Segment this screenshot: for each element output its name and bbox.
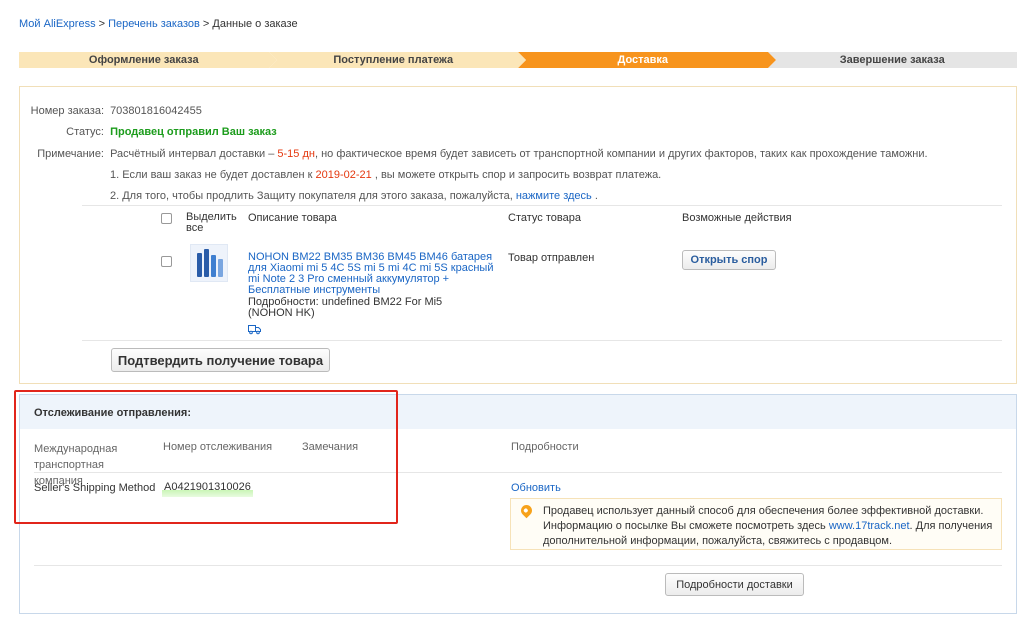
highlight-annotation-box [14,390,398,524]
order-status-label: Статус: [66,126,104,138]
location-pin-icon [518,502,535,519]
step-label: Оформление заказа [88,54,199,66]
details-header: Подробности [511,441,579,453]
step-label: Доставка [617,54,669,66]
17track-link[interactable]: www.17track.net [829,520,910,532]
product-seller: (NOHON HK) [248,307,315,319]
step-label: Поступление платежа [333,54,454,66]
order-note-label: Примечание: [37,148,104,160]
order-note-line-1: 1. Если ваш заказ не будет доставлен к 2… [110,169,662,181]
order-number-row: Номер заказа: 703801816042455 [14,105,202,117]
item-checkbox[interactable] [161,256,172,267]
order-details-panel: Номер заказа: 703801816042455 Статус: Пр… [19,86,1017,384]
select-all-checkbox[interactable] [161,213,172,224]
step-payment-received: Поступление платежа [268,52,526,68]
confirm-receipt-button[interactable]: Подтвердить получение товара [111,348,330,372]
step-order-placed: Оформление заказа [19,52,277,68]
actions-header: Возможные действия [682,212,792,224]
order-status-row: Статус: Продавец отправил Ваш заказ [14,126,277,138]
tracking-info-note: Продавец использует данный способ для об… [510,498,1002,550]
step-label: Завершение заказа [839,54,945,66]
delivery-deadline-date: 2019-02-21 [315,169,372,181]
extend-protection-link[interactable]: нажмите здесь [516,190,592,202]
breadcrumb-separator: > [199,18,213,30]
breadcrumb-orders[interactable]: Перечень заказов [108,18,200,30]
refresh-link[interactable]: Обновить [511,482,561,494]
order-items-table: Выделить все Описание товара Статус това… [82,205,1002,341]
order-status: Продавец отправил Ваш заказ [110,126,277,138]
order-note-text: Расчётный интервал доставки – 5-15 дн, н… [110,148,928,160]
order-number: 703801816042455 [110,105,202,117]
description-header: Описание товара [248,212,337,224]
delivery-days: 5-15 дн [277,148,315,160]
shipping-truck-icon[interactable] [248,323,261,335]
order-note-line-2: 2. Для того, чтобы продлить Защиту покуп… [110,190,598,202]
select-all-header: Выделить все [186,211,237,234]
breadcrumb-separator: > [95,18,109,30]
breadcrumb-current: Данные о заказе [212,18,298,30]
item-status: Товар отправлен [508,252,595,264]
product-image[interactable] [190,244,228,282]
breadcrumb-my-aliexpress[interactable]: Мой AliExpress [19,18,96,30]
breadcrumb: Мой AliExpress > Перечень заказов > Данн… [19,18,298,30]
order-progress-steps: Оформление заказа Поступление платежа До… [19,52,1017,68]
order-number-label: Номер заказа: [30,105,104,117]
open-dispute-button[interactable]: Открыть спор [682,250,776,270]
step-order-completed: Завершение заказа [767,52,1017,68]
item-status-header: Статус товара [508,212,581,224]
step-delivery: Доставка [518,52,776,68]
order-note-row: Примечание: Расчётный интервал доставки … [14,148,928,160]
delivery-details-button[interactable]: Подробности доставки [665,573,804,596]
product-title-link[interactable]: NOHON BM22 BM35 BM36 BM45 BM46 батарея д… [248,252,500,296]
